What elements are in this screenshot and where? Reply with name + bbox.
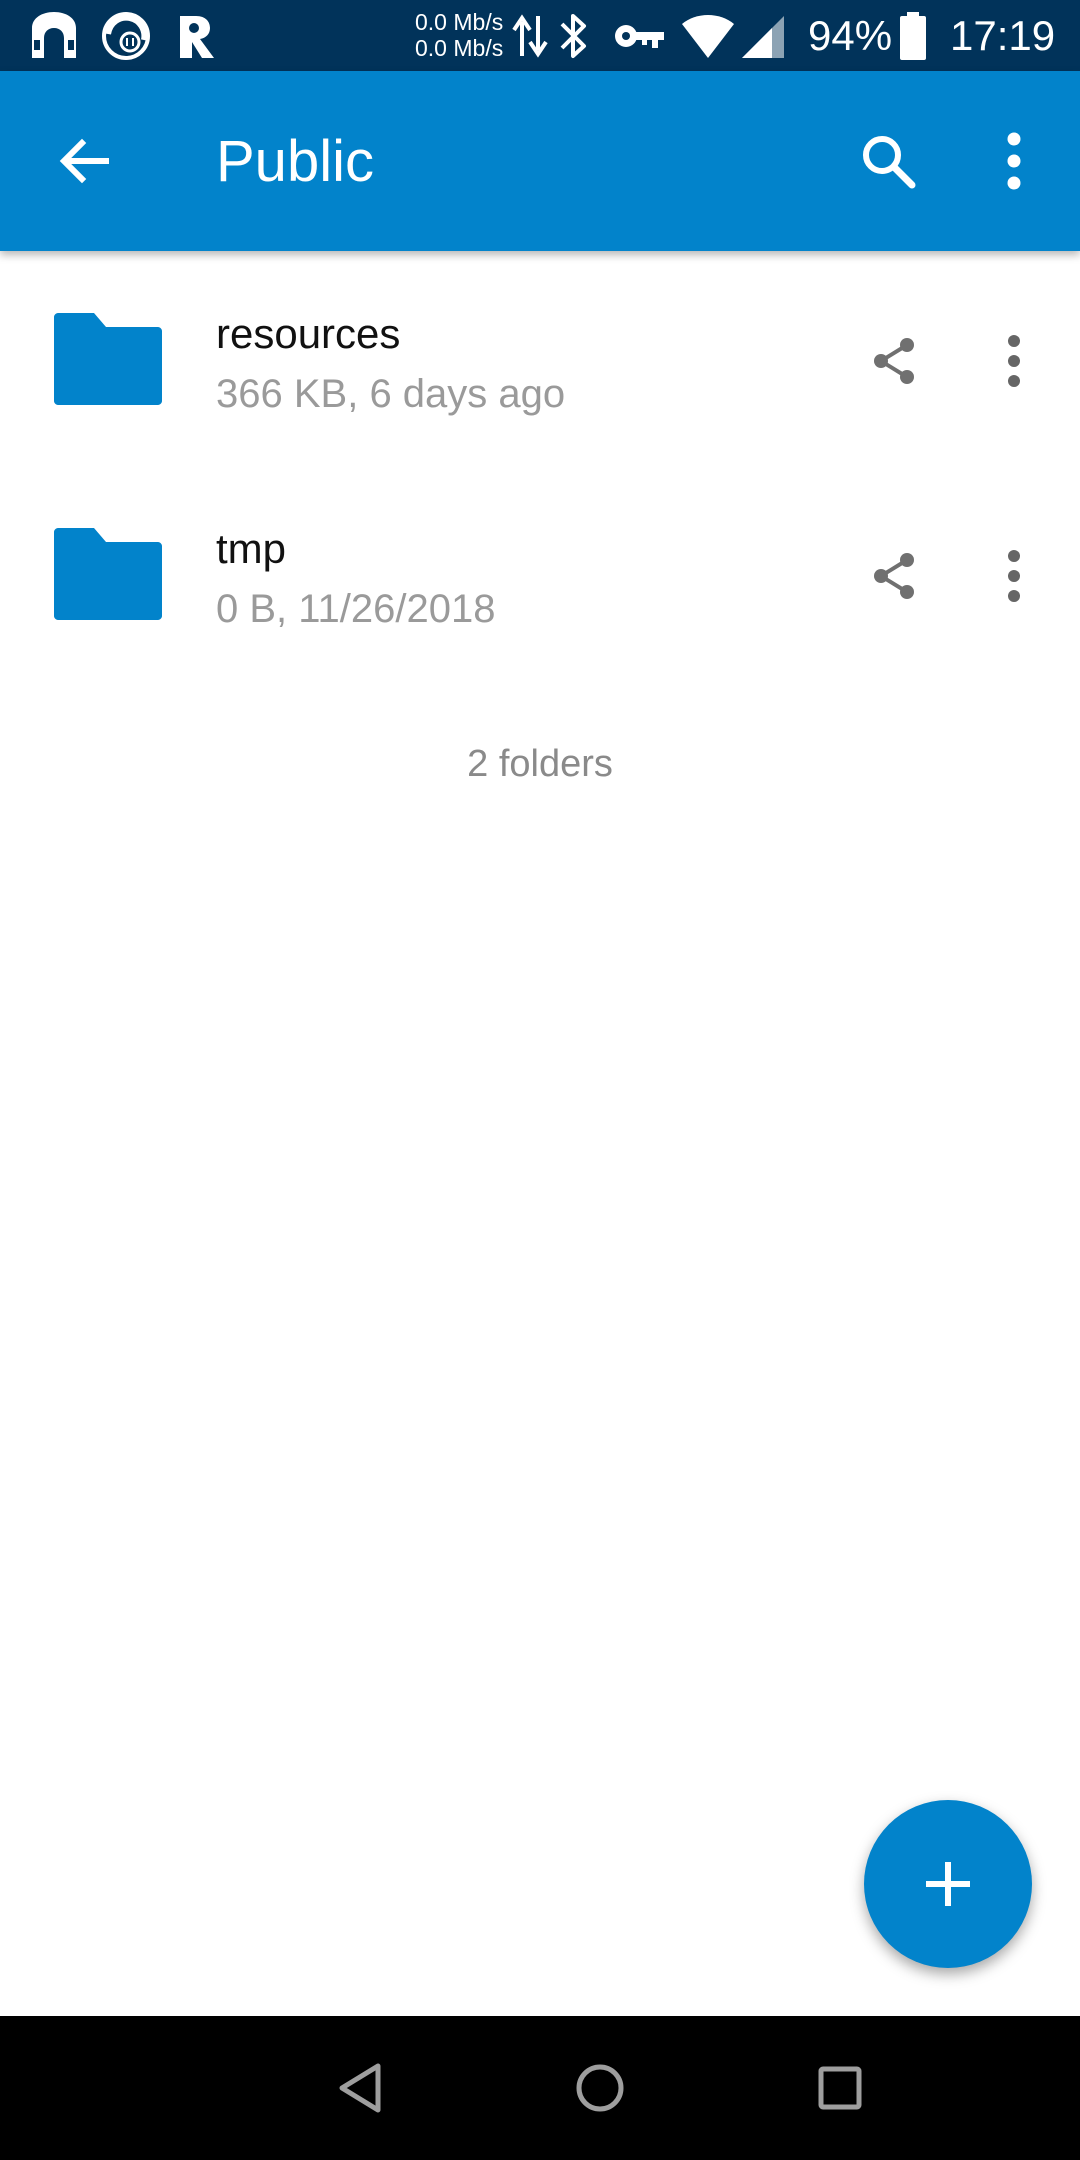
download-speed: 0.0 Mb/s: [415, 35, 504, 61]
folder-list: resources 366 KB, 6 days ago tmp 0 B, 11…: [0, 251, 1080, 681]
page-title: Public: [216, 129, 374, 194]
folder-icon: [54, 313, 162, 405]
share-button[interactable]: [844, 311, 944, 411]
folder-name: resources: [216, 310, 401, 357]
share-icon: [874, 553, 914, 599]
overflow-menu-icon: [1008, 550, 1020, 602]
folder-count: 2 folders: [467, 743, 613, 785]
nav-home-button[interactable]: [550, 2038, 650, 2138]
folder-details: 0 B, 11/26/2018: [216, 587, 496, 631]
bluetooth-icon: [560, 14, 586, 58]
add-button[interactable]: [864, 1800, 1032, 1968]
back-triangle-icon: [339, 2063, 381, 2113]
vpn-key-icon: [615, 25, 664, 48]
folder-icon: [54, 528, 162, 620]
notification-app-icon-1: [32, 12, 76, 58]
network-speed: 0.0 Mb/s 0.0 Mb/s: [415, 9, 503, 61]
item-menu-button[interactable]: [964, 311, 1064, 411]
overflow-menu-icon: [1007, 132, 1021, 190]
list-item[interactable]: tmp 0 B, 11/26/2018: [0, 466, 1080, 681]
search-icon: [863, 136, 916, 189]
plus-icon: [926, 1862, 970, 1906]
upload-speed: 0.0 Mb/s: [415, 9, 504, 35]
overflow-menu-icon: [1008, 335, 1020, 387]
list-item[interactable]: resources 366 KB, 6 days ago: [0, 251, 1080, 466]
notification-app-icon-3: [180, 16, 214, 58]
app-bar: Public: [0, 71, 1080, 251]
back-arrow-icon: [59, 138, 109, 184]
overflow-menu-button[interactable]: [964, 111, 1064, 211]
wifi-icon: [682, 15, 734, 58]
folder-name: tmp: [216, 525, 287, 572]
item-menu-button[interactable]: [964, 526, 1064, 626]
share-button[interactable]: [844, 526, 944, 626]
clock: 17:19: [950, 12, 1056, 59]
folder-details: 366 KB, 6 days ago: [216, 372, 566, 416]
screen: 0.0 Mb/s 0.0 Mb/s 94% 17:19 Public resou…: [0, 0, 1080, 2160]
nav-recents-button[interactable]: [790, 2038, 890, 2138]
navigation-bar: [0, 2016, 1080, 2160]
back-button[interactable]: [34, 111, 134, 211]
home-circle-icon: [576, 2064, 624, 2112]
nav-back-button[interactable]: [310, 2038, 410, 2138]
status-bar: 0.0 Mb/s 0.0 Mb/s 94% 17:19: [0, 0, 1080, 71]
cell-signal-icon: [742, 16, 784, 58]
data-arrows-icon: [512, 14, 548, 58]
battery-icon: [900, 12, 926, 60]
search-button[interactable]: [838, 111, 938, 211]
notification-app-icon-2: [102, 12, 150, 60]
battery-percentage: 94%: [808, 12, 893, 59]
recents-square-icon: [818, 2066, 862, 2110]
share-icon: [874, 338, 914, 384]
